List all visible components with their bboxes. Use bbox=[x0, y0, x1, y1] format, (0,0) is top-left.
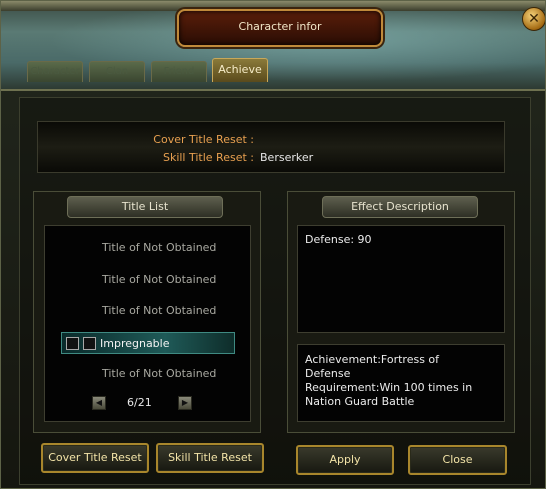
skill-title-checkbox[interactable] bbox=[83, 337, 96, 350]
close-window-button[interactable]: ✕ bbox=[522, 7, 545, 31]
tab-clan-label: Clan bbox=[105, 66, 129, 77]
tab-character[interactable]: Character bbox=[27, 61, 83, 82]
title-item-3[interactable]: Title of Not Obtained bbox=[45, 300, 237, 322]
title-item-selected[interactable]: Impregnable bbox=[61, 332, 235, 354]
cover-title-checkbox[interactable] bbox=[66, 337, 79, 350]
apply-button[interactable]: Apply bbox=[296, 445, 394, 475]
skill-title-reset-value: Berserker bbox=[260, 151, 314, 164]
tab-friend-label: Friend bbox=[163, 66, 195, 77]
title-item-1[interactable]: Title of Not Obtained bbox=[45, 237, 237, 259]
effect-stats-box: Defense: 90 bbox=[297, 225, 505, 333]
title-item-label: Title of Not Obtained bbox=[102, 241, 217, 254]
tab-character-label: Character bbox=[30, 66, 80, 77]
prev-page-button[interactable]: ◀ bbox=[92, 396, 106, 410]
achievement-line-1: Achievement:Fortress of bbox=[305, 353, 440, 366]
requirement-line-2: Nation Guard Battle bbox=[305, 395, 415, 408]
effect-description-heading: Effect Description bbox=[322, 196, 478, 218]
arrow-right-icon: ▶ bbox=[181, 398, 189, 407]
skill-title-reset-label: Skill Title Reset : bbox=[162, 151, 254, 164]
achievement-line-2: Defense bbox=[305, 367, 351, 380]
effect-stat: Defense: 90 bbox=[305, 233, 372, 246]
window-title-plate: Character infor bbox=[177, 9, 383, 47]
tab-friend[interactable]: Friend bbox=[151, 61, 207, 82]
cover-title-reset-label: Cover Title Reset : bbox=[153, 133, 254, 146]
cover-title-reset-button[interactable]: Cover Title Reset bbox=[41, 443, 149, 473]
requirement-line-1: Requirement:Win 100 times in bbox=[305, 381, 473, 394]
title-item-label: Title of Not Obtained bbox=[102, 367, 217, 380]
title-list-heading: Title List bbox=[67, 196, 223, 218]
title-reset-info: Cover Title Reset : Skill Title Reset : … bbox=[37, 121, 505, 173]
title-item-5[interactable]: Title of Not Obtained bbox=[45, 363, 237, 385]
next-page-button[interactable]: ▶ bbox=[178, 396, 192, 410]
achievement-info-box: Achievement:Fortress of Defense Requirem… bbox=[297, 344, 505, 422]
title-item-label: Title of Not Obtained bbox=[102, 273, 217, 286]
tab-achieve[interactable]: Achieve bbox=[212, 58, 268, 82]
tab-achieve-label: Achieve bbox=[218, 63, 262, 76]
title-item-label: Title of Not Obtained bbox=[102, 304, 217, 317]
title-list: Title of Not Obtained Title of Not Obtai… bbox=[44, 225, 251, 422]
skill-title-reset-button[interactable]: Skill Title Reset bbox=[156, 443, 264, 473]
close-icon: ✕ bbox=[528, 11, 540, 27]
tab-clan[interactable]: Clan bbox=[89, 61, 145, 82]
character-info-window: Character infor ✕ Character Clan Friend … bbox=[0, 0, 546, 489]
arrow-left-icon: ◀ bbox=[95, 398, 103, 407]
title-item-2[interactable]: Title of Not Obtained bbox=[45, 269, 237, 291]
title-item-label: Impregnable bbox=[100, 337, 170, 350]
page-indicator: 6/21 bbox=[127, 396, 152, 409]
close-button[interactable]: Close bbox=[408, 445, 507, 475]
window-title: Character infor bbox=[238, 20, 322, 33]
